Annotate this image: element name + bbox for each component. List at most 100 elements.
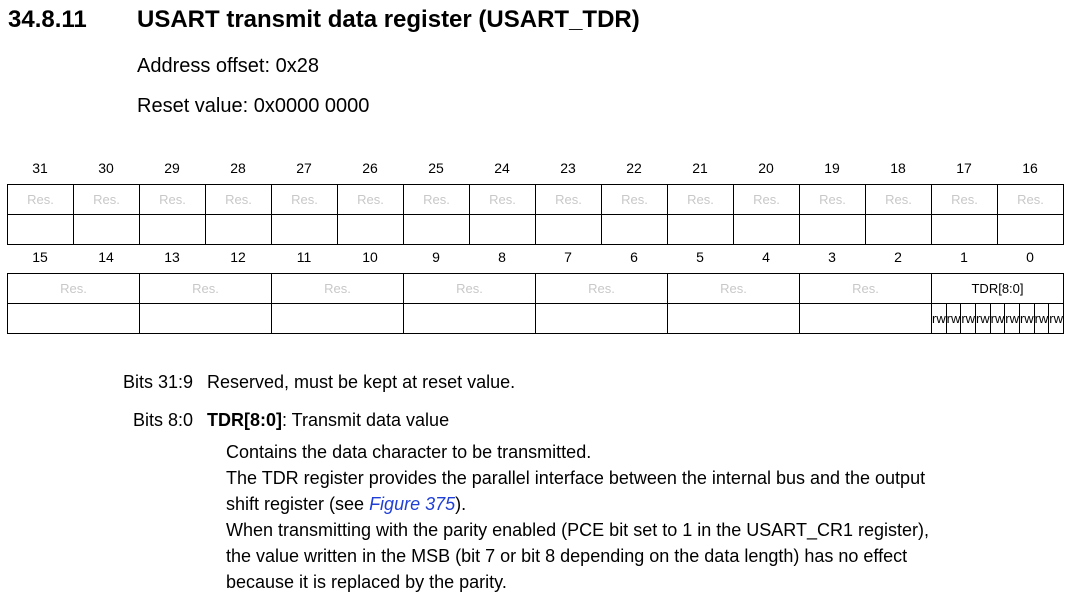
- bit-number: 2: [894, 249, 902, 265]
- reserved-cell: Res.: [997, 184, 1064, 215]
- bit-number: 14: [98, 249, 114, 265]
- description-line: shift register (see Figure 375).: [226, 491, 1056, 517]
- bit-number: 21: [692, 160, 708, 176]
- bits-31-9-description: Bits 31:9 Reserved, must be kept at rese…: [0, 372, 1069, 394]
- access-cell: [931, 214, 998, 245]
- description-paragraph: The TDR register provides the parallel i…: [226, 465, 1056, 517]
- access-cell: [7, 303, 140, 334]
- access-cell: [997, 214, 1064, 245]
- bit-number: 0: [1026, 249, 1034, 265]
- access-cell: [337, 214, 404, 245]
- bit-number: 12: [230, 249, 246, 265]
- description-line: because it is replaced by the parity.: [226, 572, 507, 592]
- lower-field-row: Res. Res. Res. Res. Res. Res. Res. TDR[8…: [7, 273, 1064, 304]
- bit-number: 4: [762, 249, 770, 265]
- access-cell: [469, 214, 536, 245]
- reserved-cell: Res.: [139, 184, 206, 215]
- description-paragraph: When transmitting with the parity enable…: [226, 517, 1056, 595]
- bit-number: 24: [494, 160, 510, 176]
- field-name: TDR[8:0]: [207, 410, 282, 430]
- bits-description-text: Reserved, must be kept at reset value.: [207, 372, 516, 392]
- access-cell-rw: rw: [960, 303, 976, 334]
- bit-number: 10: [362, 249, 378, 265]
- reserved-cell: Res.: [271, 184, 338, 215]
- reserved-cell: Res.: [271, 273, 404, 304]
- reserved-cell: Res.: [601, 184, 668, 215]
- access-cell: [73, 214, 140, 245]
- reserved-cell: Res.: [205, 184, 272, 215]
- bit-number: 8: [498, 249, 506, 265]
- reserved-cell: Res.: [403, 273, 536, 304]
- access-cell: [271, 214, 338, 245]
- bit-number: 11: [296, 249, 312, 265]
- figure-link[interactable]: Figure 375: [369, 494, 455, 514]
- lower-bit-numbers: 15 14 13 12 11 10 9 8 7 6 5 4 3 2 1 0: [7, 249, 1063, 265]
- access-cell-rw: rw: [1004, 303, 1020, 334]
- access-cell-rw: rw: [1048, 303, 1064, 334]
- bit-number: 28: [230, 160, 246, 176]
- bit-number: 22: [626, 160, 642, 176]
- bit-number: 19: [824, 160, 840, 176]
- description-line: The TDR register provides the parallel i…: [226, 468, 926, 488]
- bit-number: 26: [362, 160, 378, 176]
- access-cell: [535, 214, 602, 245]
- access-cell: [667, 214, 734, 245]
- bit-number: 31: [32, 160, 48, 176]
- access-cell: [139, 214, 206, 245]
- bit-number: 3: [828, 249, 836, 265]
- reserved-cell: Res.: [799, 273, 932, 304]
- reserved-cell: Res.: [865, 184, 932, 215]
- bits-8-0-description: Bits 8:0 TDR[8:0]: Transmit data value: [0, 410, 1069, 432]
- reset-value: Reset value: 0x0000 0000: [137, 95, 370, 117]
- bit-number: 7: [564, 249, 572, 265]
- bit-number: 15: [32, 249, 48, 265]
- access-cell: [535, 303, 668, 334]
- reserved-cell: Res.: [667, 273, 800, 304]
- access-cell-rw: rw: [945, 303, 962, 334]
- bit-number: 25: [428, 160, 444, 176]
- register-upper-table: Res. Res. Res. Res. Res. Res. Res. Res. …: [7, 184, 1064, 245]
- upper-access-row: [7, 214, 1064, 245]
- access-cell-rw: rw: [989, 303, 1006, 334]
- bit-number: 20: [758, 160, 774, 176]
- access-cell: [271, 303, 404, 334]
- description-paragraph: Contains the data character to be transm…: [226, 442, 592, 462]
- bit-number: 5: [696, 249, 704, 265]
- section-number: 34.8.11: [8, 6, 87, 33]
- bit-number: 13: [164, 249, 180, 265]
- bit-number: 1: [960, 249, 968, 265]
- upper-bit-numbers: 31 30 29 28 27 26 25 24 23 22 21 20 19 1…: [7, 160, 1063, 176]
- bit-number: 16: [1022, 160, 1038, 176]
- bits-description-text: TDR[8:0]: Transmit data value: [207, 410, 449, 431]
- bit-number: 29: [164, 160, 180, 176]
- access-cell-rw: rw: [974, 303, 991, 334]
- description-line: the value written in the MSB (bit 7 or b…: [226, 546, 908, 566]
- reserved-cell: Res.: [469, 184, 536, 215]
- register-lower-table: Res. Res. Res. Res. Res. Res. Res. TDR[8…: [7, 273, 1064, 334]
- bit-number: 6: [630, 249, 638, 265]
- access-cell: [601, 214, 668, 245]
- access-cell-rw: rw: [931, 303, 947, 334]
- reserved-cell: Res.: [535, 184, 602, 215]
- access-cell: [139, 303, 272, 334]
- bit-number: 9: [432, 249, 440, 265]
- upper-field-row: Res. Res. Res. Res. Res. Res. Res. Res. …: [7, 184, 1064, 215]
- bit-number: 17: [956, 160, 972, 176]
- reserved-cell: Res.: [799, 184, 866, 215]
- description-text: ).: [455, 494, 467, 514]
- reserved-cell: Res.: [733, 184, 800, 215]
- bit-number: 27: [296, 160, 312, 176]
- reserved-cell: Res.: [403, 184, 470, 215]
- access-cell: [403, 214, 470, 245]
- section-title: USART transmit data register (USART_TDR): [137, 6, 640, 33]
- field-summary: : Transmit data value: [282, 410, 450, 430]
- description-line: When transmitting with the parity enable…: [226, 520, 929, 540]
- reserved-cell: Res.: [931, 184, 998, 215]
- reserved-cell: Res.: [7, 273, 140, 304]
- reserved-cell: Res.: [535, 273, 668, 304]
- access-cell: [799, 303, 932, 334]
- access-cell: [403, 303, 536, 334]
- bit-number: 18: [890, 160, 906, 176]
- access-cell: [865, 214, 932, 245]
- lower-access-row: rw rw rw rw rw rw rw rw rw: [7, 303, 1064, 334]
